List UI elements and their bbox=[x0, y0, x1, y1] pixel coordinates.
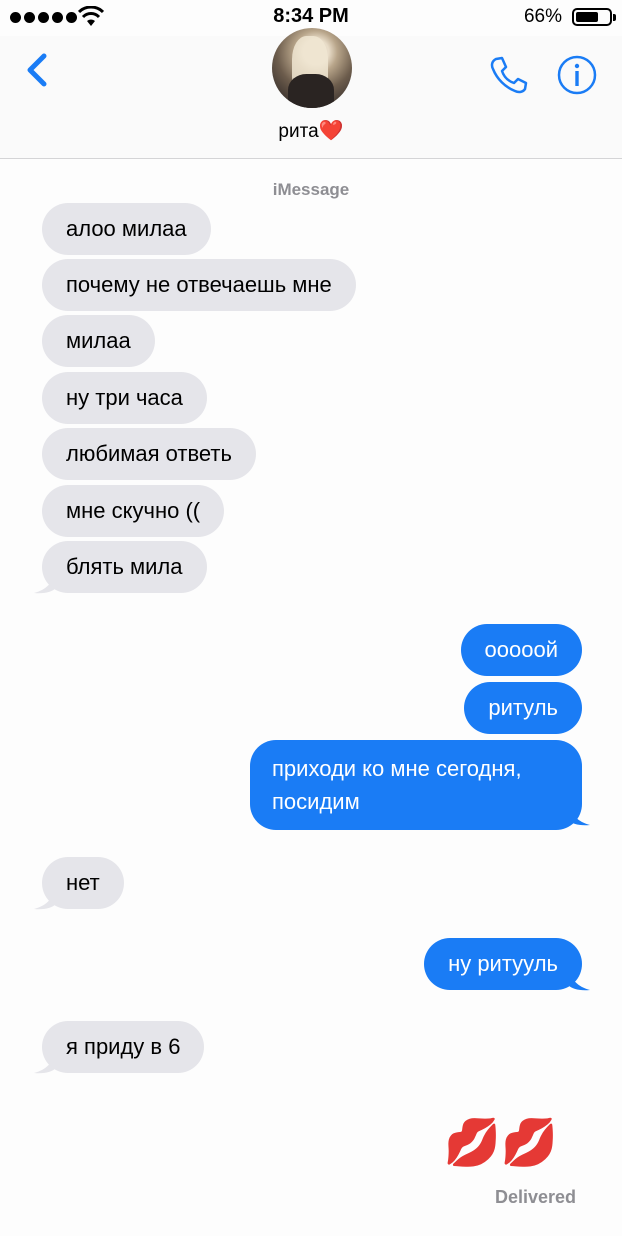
avatar[interactable] bbox=[272, 28, 352, 108]
bubble-tail bbox=[34, 570, 56, 594]
conversation-header: рита❤️ bbox=[0, 28, 622, 159]
bubble-tail bbox=[34, 886, 56, 910]
outgoing-message[interactable]: oooooй bbox=[460, 624, 582, 676]
outgoing-emoji-message[interactable]: 💋💋 bbox=[443, 1114, 558, 1170]
phone-icon[interactable] bbox=[487, 54, 529, 96]
delivery-status: Delivered bbox=[494, 1187, 576, 1207]
info-icon[interactable] bbox=[556, 54, 598, 96]
incoming-message[interactable]: я приду в 6 bbox=[42, 1021, 205, 1073]
contact-name-label: рита bbox=[278, 121, 319, 142]
messages-screen: 8:34 PM 66% рита❤️ iMessage алоо милаа п… bbox=[0, 0, 622, 1236]
incoming-message[interactable]: блять мила bbox=[42, 541, 207, 593]
bubble-tail bbox=[568, 802, 590, 826]
kiss-mark-icon: 💋💋 bbox=[443, 1116, 558, 1168]
incoming-message[interactable]: милаа bbox=[42, 315, 155, 367]
incoming-message[interactable]: любимая ответь bbox=[42, 428, 256, 480]
incoming-message[interactable]: ну три часа bbox=[42, 372, 207, 424]
outgoing-message[interactable]: приходи ко мне сегодня, посидим bbox=[250, 740, 582, 830]
outgoing-message[interactable]: ну ритууль bbox=[424, 938, 582, 990]
contact-name[interactable]: рита❤️ bbox=[0, 118, 622, 143]
bubble-tail bbox=[34, 1050, 56, 1074]
incoming-message[interactable]: почему не отвечаешь мне bbox=[42, 259, 356, 311]
battery-percent: 66% bbox=[523, 6, 562, 27]
incoming-message[interactable]: мне скучно (( bbox=[42, 485, 225, 537]
chevron-left-icon[interactable] bbox=[20, 50, 56, 90]
heart-icon: ❤️ bbox=[318, 120, 344, 142]
battery-icon bbox=[572, 8, 616, 26]
bubble-tail bbox=[568, 967, 590, 991]
service-label: iMessage bbox=[272, 180, 350, 199]
incoming-message[interactable]: алоо милаа bbox=[42, 203, 211, 255]
outgoing-message[interactable]: ритуль bbox=[464, 682, 582, 734]
